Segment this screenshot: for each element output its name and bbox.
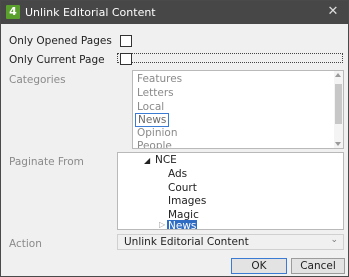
focus-rectangle [117, 53, 343, 63]
action-label: Action [9, 238, 42, 250]
tree-node-root[interactable]: NCE [155, 154, 177, 166]
list-item[interactable]: People [137, 140, 172, 148]
paginate-from-tree[interactable]: ◢ NCE Ads Court Images Magic ▷ News [117, 152, 344, 230]
only-current-page-checkbox[interactable] [120, 53, 132, 65]
tree-node-selected[interactable]: News [167, 220, 198, 229]
collapsed-triangle-icon[interactable]: ▷ [159, 220, 165, 229]
scrollbar-thumb[interactable] [335, 84, 342, 124]
categories-list[interactable]: Features Letters Local News Opinion Peop… [132, 70, 344, 149]
categories-label: Categories [9, 74, 66, 86]
dialog-title: Unlink Editorial Content [25, 6, 156, 19]
list-item[interactable]: Features [137, 73, 182, 85]
list-item[interactable]: Local [137, 101, 164, 113]
only-opened-pages-label: Only Opened Pages [9, 35, 112, 47]
scroll-down-icon[interactable] [335, 142, 341, 146]
scroll-up-icon[interactable] [335, 73, 341, 77]
close-icon[interactable]: ✕ [326, 4, 340, 20]
only-opened-pages-checkbox[interactable] [120, 35, 132, 47]
list-item-selected[interactable]: News [135, 113, 170, 127]
cancel-button[interactable]: Cancel [291, 258, 345, 274]
title-bar: 4 Unlink Editorial Content ✕ [1, 1, 348, 24]
categories-scrollbar[interactable] [334, 71, 343, 148]
tree-node[interactable]: Ads [168, 168, 187, 180]
list-item[interactable]: Opinion [137, 127, 178, 139]
action-dropdown-value: Unlink Editorial Content [124, 236, 249, 248]
tree-node[interactable]: Court [168, 182, 197, 194]
tree-node[interactable]: Images [168, 195, 206, 207]
chevron-down-icon: ⌄ [330, 235, 338, 245]
expanded-triangle-icon[interactable]: ◢ [144, 156, 150, 165]
paginate-from-label: Paginate From [9, 156, 84, 168]
dialog-window: 4 Unlink Editorial Content ✕ Only Opened… [0, 0, 349, 277]
list-item[interactable]: Letters [137, 87, 174, 99]
action-dropdown[interactable]: Unlink Editorial Content ⌄ [117, 234, 344, 250]
ok-button[interactable]: OK [231, 258, 287, 274]
app-logo-icon: 4 [6, 5, 20, 19]
only-current-page-label: Only Current Page [9, 54, 105, 66]
